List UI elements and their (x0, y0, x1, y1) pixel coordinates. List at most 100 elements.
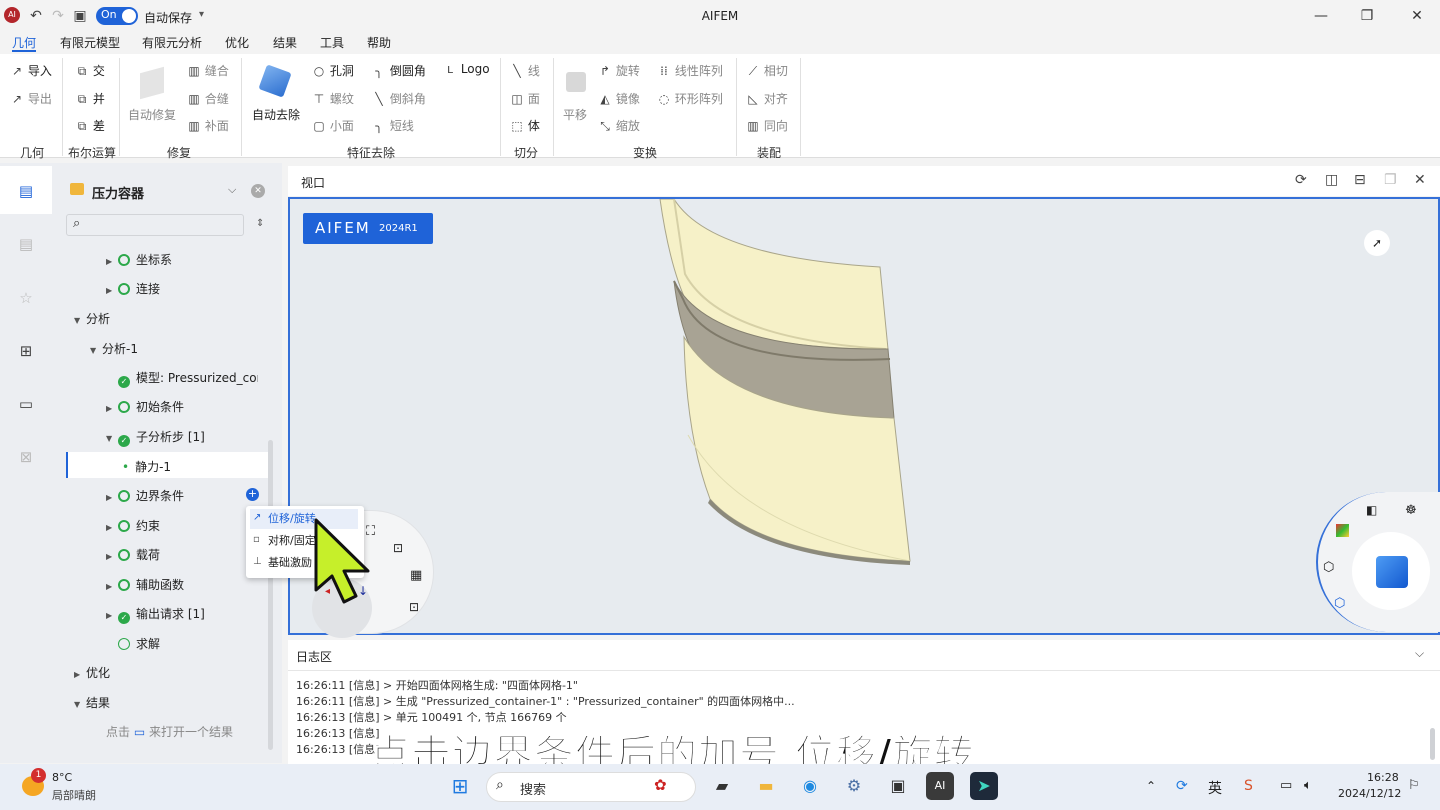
add-file-icon[interactable]: ⊞ (14, 339, 38, 363)
align-button[interactable]: ◺ 对齐 (746, 90, 787, 107)
tree-item-results[interactable]: ▼ 结果 (74, 694, 110, 711)
tab-fe-model[interactable]: 有限元模型 (60, 34, 120, 52)
transparent-cube-icon[interactable]: ⬡ (1334, 596, 1345, 611)
expand-icon[interactable]: ▶ (106, 404, 118, 413)
sew-button[interactable]: ▥ 缝合 (187, 62, 229, 79)
linear-array-button[interactable]: ⁞⁞ 线性阵列 (657, 62, 723, 79)
tree-item-constraint[interactable]: ▶ 约束 (106, 517, 160, 534)
notification-icon[interactable]: ⚐ (1408, 778, 1420, 793)
tree-search-input[interactable] (66, 214, 244, 236)
chevron-down-icon[interactable]: ⌵ (228, 183, 236, 197)
expand-icon[interactable]: ▶ (106, 582, 118, 591)
expand-icon[interactable]: ▶ (106, 611, 118, 620)
add-boundary-icon[interactable]: + (246, 488, 259, 501)
tab-results[interactable]: 结果 (273, 34, 297, 52)
same-direction-button[interactable]: ▥ 同向 (746, 117, 788, 134)
scale-button[interactable]: ⤡ 缩放 (598, 117, 640, 134)
tree-item-initial[interactable]: ▶ 初始条件 (106, 398, 184, 415)
expand-icon[interactable]: ▶ (106, 523, 118, 532)
split-horizontal-icon[interactable]: ⊟ (1354, 172, 1366, 188)
collapse-icon[interactable]: ▼ (74, 316, 86, 325)
import-button[interactable]: ↗ 导入 (10, 62, 52, 79)
tree-item-coord[interactable]: ▶ 坐标系 (106, 251, 172, 268)
maximize-icon[interactable]: ❐ (1352, 4, 1382, 28)
circular-array-button[interactable]: ◌ 环形阵列 (657, 90, 723, 107)
palette-icon[interactable]: ☸ (1405, 503, 1417, 518)
thread-button[interactable]: ⊤ 螺纹 (312, 90, 354, 107)
export-button[interactable]: ↗ 导出 (10, 90, 52, 107)
log-collapse-icon[interactable]: ⌵ (1415, 646, 1424, 661)
section-view-icon[interactable]: ◧ (1366, 503, 1377, 517)
file-explorer-icon[interactable]: ▬ (752, 772, 780, 800)
tree-item-load[interactable]: ▶ 载荷 (106, 546, 160, 563)
clock-time[interactable]: 16:28 (1367, 771, 1399, 784)
3d-viewport[interactable] (288, 197, 1440, 635)
close-icon[interactable]: ✕ (1402, 4, 1432, 28)
autosave-toggle[interactable]: On (96, 7, 138, 25)
zoom-select-icon[interactable]: ⊡ (409, 600, 419, 614)
short-edge-button[interactable]: ╮ 短线 (372, 117, 413, 134)
tree-item-solve[interactable]: 求解 (118, 635, 160, 652)
expand-icon[interactable]: ▶ (106, 552, 118, 561)
sync-icon[interactable]: ⟳ (1176, 778, 1188, 794)
edge-browser-icon[interactable]: ◉ (796, 772, 824, 800)
collapse-icon[interactable]: ▼ (74, 700, 86, 709)
redo-icon[interactable]: ↷ (48, 6, 68, 26)
volume-icon[interactable]: 🔈︎ (1304, 778, 1312, 793)
fillet-button[interactable]: ╮ 倒圆角 (372, 62, 425, 79)
minimize-icon[interactable]: — (1306, 4, 1336, 28)
expand-icon[interactable]: ▶ (106, 257, 118, 266)
save-icon[interactable]: ▣ (70, 6, 90, 26)
cut-face-button[interactable]: ◫ 面 (510, 90, 540, 107)
refresh-icon[interactable]: ⟳ (1295, 172, 1307, 188)
translate-button[interactable]: 平移 (563, 106, 587, 123)
small-face-button[interactable]: ▢ 小面 (312, 117, 354, 134)
tree-item-substep[interactable]: ▼ ✓ 子分析步 [1] (106, 428, 205, 447)
merge-button[interactable]: ▥ 合缝 (187, 90, 229, 107)
task-view-icon[interactable]: ▰ (708, 772, 736, 800)
expand-icon[interactable]: ▶ (106, 286, 118, 295)
clock-date[interactable]: 2024/12/12 (1338, 787, 1401, 800)
tree-item-static[interactable]: • 静力-1 (122, 458, 171, 475)
document-icon[interactable]: ▤ (14, 179, 38, 203)
pointer-mode-icon[interactable]: ➚ (1364, 230, 1390, 256)
cut-line-button[interactable]: ╲ 线 (510, 62, 539, 79)
sort-icon[interactable]: ⇕ (256, 218, 264, 229)
mirror-button[interactable]: ◭ 镜像 (598, 90, 639, 107)
app-window-icon[interactable]: ▣ (884, 772, 912, 800)
windows-start-icon[interactable]: ⊞ (446, 772, 474, 800)
subtract-button[interactable]: ⧉ 差 (75, 117, 105, 134)
view-cube[interactable] (1376, 556, 1408, 588)
tree-item-analysis-1[interactable]: ▼ 分析-1 (90, 340, 138, 357)
expand-icon[interactable]: ▶ (74, 670, 86, 679)
settings-icon[interactable]: ⚙ (840, 772, 868, 800)
tree-item-boundary[interactable]: ▶ 边界条件 (106, 487, 184, 504)
tree-item-connect[interactable]: ▶ 连接 (106, 280, 160, 297)
tree-item-analysis[interactable]: ▼ 分析 (74, 310, 110, 327)
favorite-icon[interactable]: ☆ (14, 286, 38, 310)
export-file-icon[interactable]: ⊠ (14, 445, 38, 469)
cut-body-button[interactable]: ⬚ 体 (510, 117, 540, 134)
wps-icon[interactable]: S (1244, 778, 1253, 794)
dev-tool-icon[interactable]: ➤ (970, 772, 998, 800)
undo-icon[interactable]: ↶ (26, 6, 46, 26)
split-vertical-icon[interactable]: ◫ (1325, 172, 1338, 188)
tree-item-model[interactable]: ✓ 模型: Pressurized_cor (118, 369, 258, 388)
hole-button[interactable]: ○ 孔洞 (312, 62, 354, 79)
auto-remove-button[interactable]: 自动去除 (252, 106, 300, 123)
tree-scrollbar[interactable] (268, 440, 273, 750)
quick-access-dropdown-icon[interactable]: ▾ (199, 9, 204, 20)
open-result-link[interactable]: 点击 ▭ 来打开一个结果 (106, 723, 233, 740)
tab-fe-analysis[interactable]: 有限元分析 (142, 34, 202, 52)
color-cube-icon[interactable] (1336, 524, 1349, 537)
open-folder-icon[interactable]: ▭ (14, 392, 38, 416)
tab-geometry[interactable]: 几何 (12, 34, 37, 52)
tree-item-output[interactable]: ▶ ✓ 输出请求 [1] (106, 605, 205, 624)
union-button[interactable]: ⧉ 并 (75, 90, 105, 107)
tab-optimize[interactable]: 优化 (225, 34, 249, 52)
tree-item-aux[interactable]: ▶ 辅助函数 (106, 576, 184, 593)
log-scrollbar[interactable] (1430, 728, 1435, 760)
viewport-close-icon[interactable]: ✕ (1414, 172, 1426, 188)
logo-button[interactable]: ʟ Logo (443, 62, 490, 76)
tab-tools[interactable]: 工具 (320, 34, 344, 52)
